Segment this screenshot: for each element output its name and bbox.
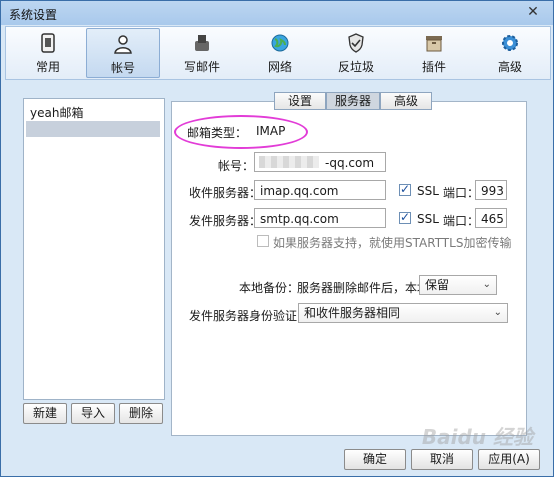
incoming-server-value: imap.qq.com — [260, 184, 339, 198]
outgoing-ssl-label: SSL — [417, 212, 439, 226]
chevron-down-icon: ⌄ — [482, 279, 491, 290]
account-label: 帐号： — [218, 159, 255, 173]
incoming-server-label: 收件服务器： — [189, 186, 262, 200]
antispam-icon — [348, 33, 364, 53]
tab-server[interactable]: 服务器 — [326, 92, 380, 110]
auth-select[interactable]: 和收件服务器相同 ⌄ — [298, 303, 508, 323]
settings-toolbar: 常用 帐号 写邮件 网络 反垃圾 插件 高级 — [5, 26, 551, 80]
outgoing-server-field[interactable]: smtp.qq.com — [254, 208, 386, 228]
account-list: yeah邮箱 — [23, 98, 165, 400]
toolbar-account-button[interactable]: 帐号 — [86, 28, 160, 78]
toolbar-antispam-button[interactable]: 反垃圾 — [320, 28, 392, 76]
account-value: -qq.com — [325, 156, 375, 170]
mailbox-type-label: 邮箱类型： — [187, 126, 248, 140]
account-list-item-selected[interactable] — [26, 121, 160, 137]
incoming-port-field[interactable]: 993 — [475, 180, 507, 200]
ok-button[interactable]: 确定 — [344, 449, 406, 470]
incoming-ssl-checkbox[interactable]: ✓ — [399, 182, 411, 196]
starttls-checkbox[interactable] — [257, 235, 269, 247]
toolbar-label: 高级 — [497, 60, 522, 74]
outgoing-server-value: smtp.qq.com — [260, 212, 339, 226]
tab-advanced[interactable]: 高级 — [380, 92, 432, 110]
outgoing-port-value: 465 — [481, 212, 504, 226]
toolbar-label: 插件 — [421, 60, 446, 74]
title-bar: 系统设置 ✕ — [1, 1, 553, 25]
toolbar-label: 写邮件 — [183, 60, 220, 74]
compose-icon — [195, 35, 209, 51]
incoming-server-field[interactable]: imap.qq.com — [254, 180, 386, 200]
local-backup-value: 保留 — [425, 278, 450, 292]
watermark-logo: Baidu 经验 — [421, 425, 533, 449]
toolbar-label: 帐号 — [110, 61, 135, 75]
settings-window: 系统设置 ✕ 常用 帐号 写邮件 网络 反垃圾 插件 高级 yeah邮箱 新建 … — [0, 0, 554, 477]
new-account-button[interactable]: 新建 — [23, 403, 67, 424]
auth-label: 发件服务器身份验证： — [189, 309, 310, 323]
incoming-port-label: 端口： — [443, 186, 480, 200]
window-title: 系统设置 — [9, 8, 58, 22]
network-icon — [271, 34, 289, 52]
starttls-label: 如果服务器支持，就使用STARTTLS加密传输 — [273, 236, 512, 250]
redacted-account — [259, 156, 319, 168]
incoming-port-value: 993 — [481, 184, 504, 198]
outgoing-server-label: 发件服务器： — [189, 214, 262, 228]
import-account-button[interactable]: 导入 — [71, 403, 115, 424]
general-icon — [41, 33, 55, 53]
toolbar-label: 反垃圾 — [337, 60, 374, 74]
outgoing-port-label: 端口： — [443, 214, 480, 228]
apply-button[interactable]: 应用(A) — [478, 449, 540, 470]
local-backup-label: 本地备份： — [239, 281, 300, 295]
advanced-icon — [502, 35, 518, 51]
outgoing-port-field[interactable]: 465 — [475, 208, 507, 228]
account-icon — [114, 35, 132, 54]
close-icon[interactable]: ✕ — [525, 4, 541, 20]
cancel-button[interactable]: 取消 — [411, 449, 473, 470]
outgoing-ssl-checkbox[interactable]: ✓ — [399, 210, 411, 224]
toolbar-plugin-button[interactable]: 插件 — [398, 28, 470, 76]
toolbar-compose-button[interactable]: 写邮件 — [166, 28, 238, 76]
plugin-icon — [426, 36, 442, 52]
toolbar-label: 网络 — [267, 60, 292, 74]
auth-value: 和收件服务器相同 — [304, 306, 401, 320]
incoming-ssl-label: SSL — [417, 184, 439, 198]
local-backup-select[interactable]: 保留 ⌄ — [419, 275, 497, 295]
mailbox-type-value: IMAP — [256, 124, 286, 138]
toolbar-general-button[interactable]: 常用 — [12, 28, 84, 76]
account-list-item[interactable]: yeah邮箱 — [30, 104, 83, 121]
local-backup-description: 服务器删除邮件后，本地 — [297, 281, 430, 295]
toolbar-label: 常用 — [35, 60, 60, 74]
delete-account-button[interactable]: 删除 — [119, 403, 163, 424]
chevron-down-icon: ⌄ — [493, 307, 502, 318]
tab-settings[interactable]: 设置 — [274, 92, 326, 110]
toolbar-network-button[interactable]: 网络 — [244, 28, 316, 76]
toolbar-advanced-button[interactable]: 高级 — [474, 28, 546, 76]
